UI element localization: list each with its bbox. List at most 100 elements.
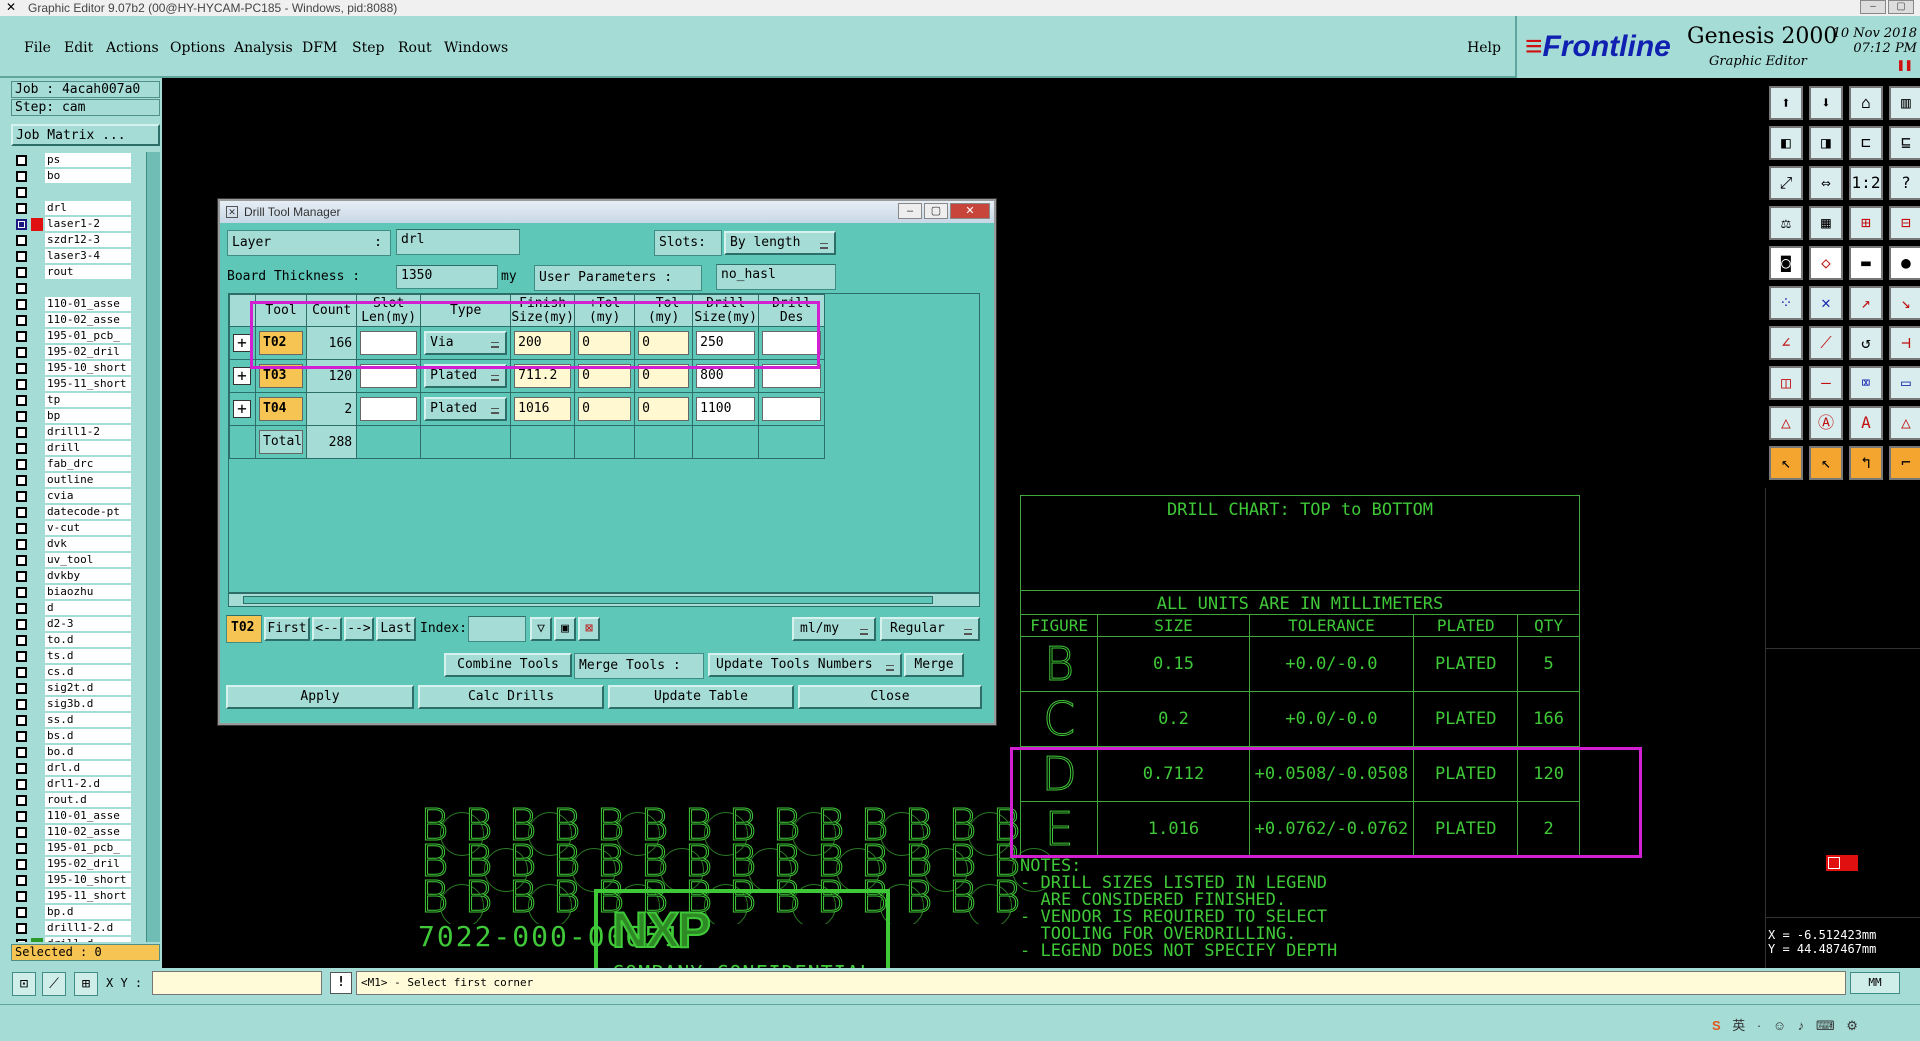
layer-row[interactable]: szdr12-3 — [12, 232, 132, 248]
layer-name[interactable]: 110-01_asse — [45, 297, 131, 311]
layer-checkbox[interactable] — [16, 474, 27, 486]
layer-checkbox[interactable] — [16, 250, 27, 262]
layer-checkbox[interactable] — [16, 826, 27, 838]
pan-right-icon[interactable]: ◨ — [1809, 126, 1843, 160]
layer-red-icon[interactable]: ⊞ — [1849, 206, 1883, 240]
expand-icon[interactable]: + — [233, 367, 251, 385]
cut-icon[interactable]: ⌧ — [1849, 366, 1883, 400]
minimize-button[interactable]: – — [1860, 0, 1886, 14]
layer-checkbox[interactable] — [16, 890, 27, 902]
layer-checkbox[interactable] — [16, 218, 27, 230]
layer-name[interactable]: bo — [45, 169, 131, 183]
ruler-icon[interactable]: ▬ — [1849, 246, 1883, 280]
menu-edit[interactable]: Edit — [64, 40, 93, 56]
layer-row[interactable]: ts.d — [12, 648, 132, 664]
scale-icon[interactable]: 1:2 — [1849, 166, 1883, 200]
cross-icon[interactable]: ✕ — [1809, 286, 1843, 320]
dialog-maximize-button[interactable]: ▢ — [924, 203, 948, 219]
layer-checkbox[interactable] — [16, 394, 27, 406]
layer-checkbox[interactable] — [16, 666, 27, 678]
pointer4-icon[interactable]: ⌐ — [1889, 446, 1920, 480]
layer-checkbox[interactable] — [16, 586, 27, 598]
layer-checkbox[interactable] — [16, 202, 27, 214]
prev-button[interactable]: <-- — [312, 617, 342, 641]
layer-row[interactable]: 110-01_asse — [12, 808, 132, 824]
calc-drills-button[interactable]: Calc Drills — [418, 685, 604, 709]
layer-checkbox[interactable] — [16, 858, 27, 870]
layer-name[interactable]: v-cut — [45, 521, 131, 535]
layer-row[interactable]: 195-11_short — [12, 376, 132, 392]
layer-name[interactable]: 195-11_short — [45, 889, 131, 903]
layer-row[interactable]: v-cut — [12, 520, 132, 536]
grid-icon[interactable]: ▦ — [1809, 206, 1843, 240]
merge-button[interactable]: Merge — [904, 653, 964, 677]
layer-name[interactable]: rout — [45, 265, 131, 279]
rect-icon[interactable]: ▭ — [1889, 366, 1920, 400]
expand-icon[interactable]: + — [233, 400, 251, 418]
layer-checkbox[interactable] — [16, 362, 27, 374]
layer-row[interactable]: ss.d — [12, 712, 132, 728]
triangle2-icon[interactable]: △ — [1889, 406, 1920, 440]
layer-row[interactable] — [12, 184, 132, 200]
layer-field[interactable]: drl — [396, 229, 520, 255]
layer-row[interactable]: 195-10_short — [12, 872, 132, 888]
select-box-icon[interactable]: ◙ — [1769, 246, 1803, 280]
menu-analysis[interactable]: Analysis — [234, 40, 293, 56]
layer-red2-icon[interactable]: ⊟ — [1889, 206, 1920, 240]
layer-row[interactable]: 110-01_asse — [12, 296, 132, 312]
pan-left-icon[interactable]: ◧ — [1769, 126, 1803, 160]
layer-row[interactable]: fab_drc — [12, 456, 132, 472]
layer-checkbox[interactable] — [16, 714, 27, 726]
layer-name[interactable]: bo.d — [45, 745, 131, 759]
net-icon[interactable]: ⁘ — [1769, 286, 1803, 320]
layer-checkbox[interactable] — [16, 330, 27, 342]
frame-icon[interactable]: ◫ — [1769, 366, 1803, 400]
user-parameters-field[interactable]: no_hasl — [716, 264, 836, 290]
finish-size-input[interactable]: 1016 — [514, 397, 572, 421]
layer-name[interactable]: outline — [45, 473, 131, 487]
layer-name[interactable]: cvia — [45, 489, 131, 503]
layer-checkbox[interactable] — [16, 922, 27, 934]
layer-row[interactable]: drill — [12, 440, 132, 456]
layer-name[interactable]: biaozhu — [45, 585, 131, 599]
pointer-icon[interactable]: ↖ — [1769, 446, 1803, 480]
layer-checkbox[interactable] — [16, 234, 27, 246]
layer-name[interactable]: drl1-2.d — [45, 777, 131, 791]
layer-name[interactable]: datecode-pt — [45, 505, 131, 519]
layer-checkbox[interactable] — [16, 282, 27, 294]
layer-checkbox[interactable] — [16, 442, 27, 454]
layer-row[interactable]: bp.d — [12, 904, 132, 920]
layer-row[interactable]: outline — [12, 472, 132, 488]
apply-button[interactable]: Apply — [226, 685, 414, 709]
layer-checkbox[interactable] — [16, 522, 27, 534]
layer-checkbox[interactable] — [16, 426, 27, 438]
layer-name[interactable]: sig3b.d — [45, 697, 131, 711]
layer-row[interactable]: laser1-2 — [12, 216, 132, 232]
layer-checkbox[interactable] — [16, 698, 27, 710]
layer-row[interactable]: 195-11_short — [12, 888, 132, 904]
snap-icon[interactable]: ⚖ — [1769, 206, 1803, 240]
layer-name[interactable]: ts.d — [45, 649, 131, 663]
layer-row[interactable]: bo — [12, 168, 132, 184]
warning-icon[interactable]: ! — [330, 972, 352, 994]
table-horizontal-scrollbar[interactable] — [228, 593, 980, 607]
layer-checkbox[interactable] — [16, 762, 27, 774]
layer-checkbox[interactable] — [16, 378, 27, 390]
align-icon[interactable]: ⊣ — [1889, 326, 1920, 360]
line-icon[interactable]: ⟋ — [1809, 326, 1843, 360]
menu-file[interactable]: File — [24, 40, 51, 56]
layer-name[interactable]: drill — [45, 441, 131, 455]
layer-checkbox[interactable] — [16, 906, 27, 918]
layer-checkbox[interactable] — [16, 170, 27, 182]
pointer2-icon[interactable]: ↖ — [1809, 446, 1843, 480]
layer-name[interactable]: uv_tool — [45, 553, 131, 567]
tool-row[interactable]: + T04 2 Plated 1016 0 0 1100 — [229, 392, 826, 426]
layer-name[interactable]: 195-02_dril — [45, 345, 131, 359]
layer-row[interactable]: biaozhu — [12, 584, 132, 600]
download-icon[interactable]: ⬇ — [1809, 86, 1843, 120]
route-icon[interactable]: ↗ — [1849, 286, 1883, 320]
layer-row[interactable]: sig3b.d — [12, 696, 132, 712]
layer-checkbox[interactable] — [16, 506, 27, 518]
plus-tol-input[interactable]: 0 — [578, 397, 632, 421]
index-clear-icon[interactable]: ⊠ — [578, 617, 600, 641]
